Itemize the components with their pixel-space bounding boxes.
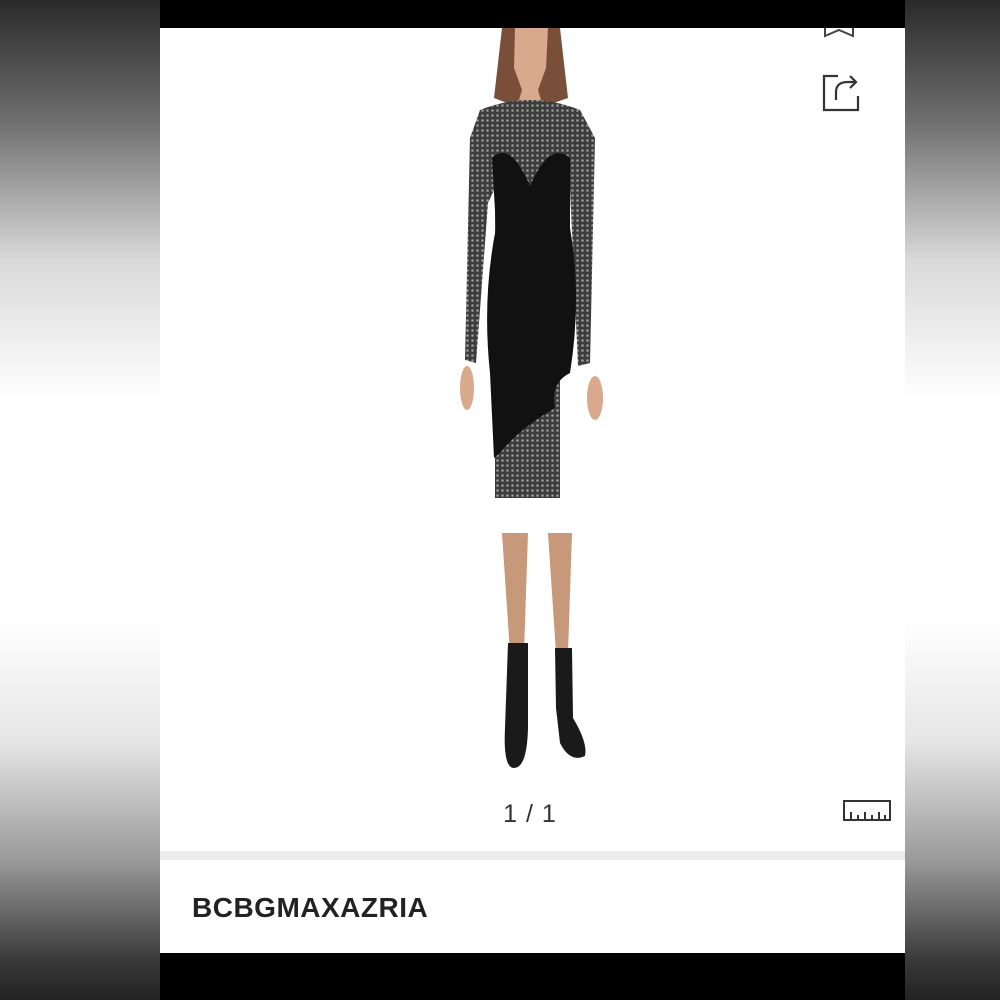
top-bar: [160, 0, 905, 28]
ruler-icon[interactable]: [842, 798, 892, 824]
product-page: 1 / 1 BCBGMAXAZRIA: [160, 28, 905, 953]
image-pager: 1 / 1: [503, 800, 557, 828]
section-divider: [160, 851, 905, 860]
bookmark-icon[interactable]: [822, 28, 856, 38]
product-image[interactable]: [410, 28, 650, 773]
bottom-bar: [160, 953, 905, 1000]
blurred-backdrop-right: [905, 0, 1000, 1000]
share-icon[interactable]: [818, 66, 866, 114]
brand-name[interactable]: BCBGMAXAZRIA: [192, 892, 428, 924]
phone-screen: 1 / 1 BCBGMAXAZRIA: [160, 0, 905, 1000]
blurred-backdrop-left: [0, 0, 160, 1000]
